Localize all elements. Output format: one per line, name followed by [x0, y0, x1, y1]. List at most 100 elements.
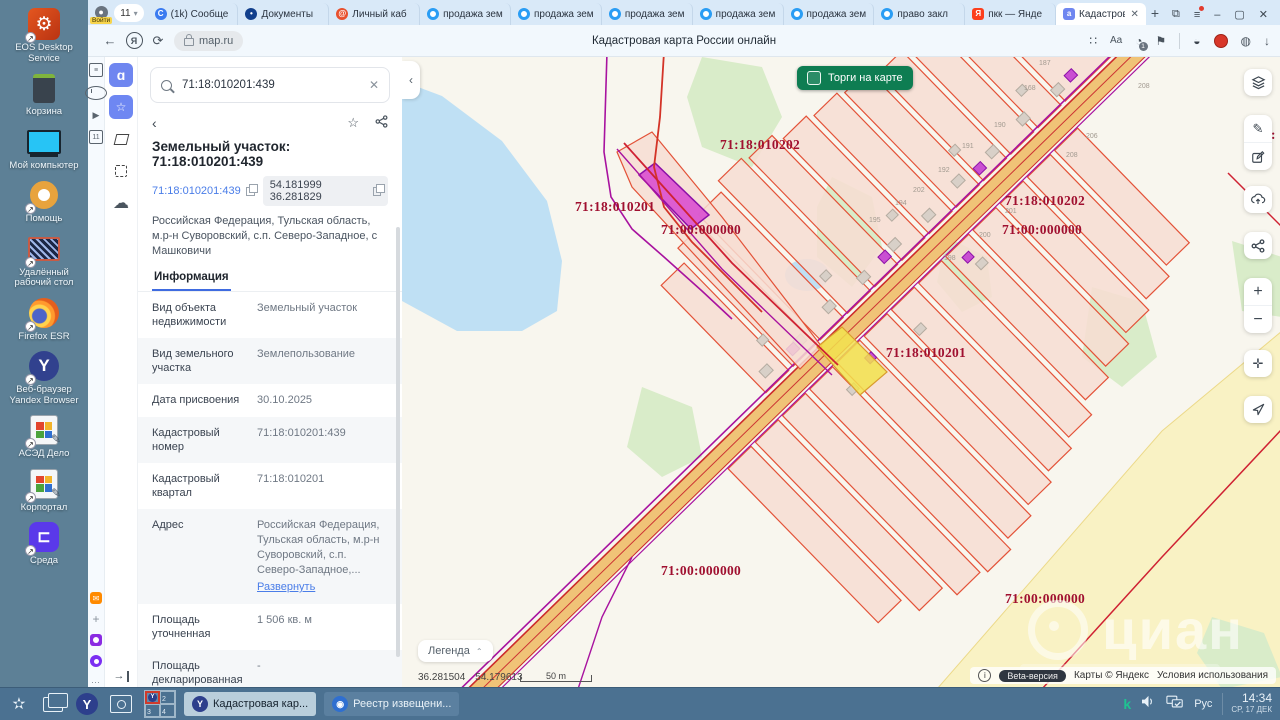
yandex-home-icon[interactable]: Я	[122, 29, 146, 53]
desktop-icon-ased-delo[interactable]: ✎ ↗ АСЭД Дело	[0, 413, 88, 460]
reload-button[interactable]: ⟳	[146, 29, 170, 53]
desktop-icon-help[interactable]: ↗ Помощь	[0, 178, 88, 225]
cloud-upload-icon[interactable]	[1244, 186, 1272, 213]
maximize-button[interactable]: ▢	[1234, 8, 1244, 21]
map-container[interactable]: 187 168 208 190 206 191 208 192 202 194 …	[402, 57, 1280, 688]
network-displays-icon[interactable]	[1166, 695, 1184, 714]
new-tab-button[interactable]: +	[1146, 3, 1164, 23]
close-button[interactable]: ✕	[1259, 8, 1268, 21]
desktop-icon-yandex-browser[interactable]: Y ↗ Веб-браузер Yandex Browser	[0, 349, 88, 406]
trades-on-map-button[interactable]: Торги на карте	[797, 66, 913, 90]
translate-icon[interactable]: Aa	[1110, 35, 1122, 46]
desktop-icon-eos[interactable]: ⚙ ↗ EOS Desktop Service	[0, 7, 88, 64]
notes-icon[interactable]: ≡	[89, 63, 103, 77]
workspace-3[interactable]: 3	[145, 704, 160, 717]
kaspersky-icon[interactable]: k	[1123, 696, 1131, 712]
play-icon[interactable]: ▶	[90, 109, 102, 121]
tab-prodazha-5[interactable]: продажа зем	[784, 3, 875, 25]
extensions-icon[interactable]: ∷	[1089, 34, 1097, 48]
favorites-tool-button[interactable]: ☆	[109, 95, 133, 119]
cadastral-map[interactable]: 187 168 208 190 206 191 208 192 202 194 …	[402, 57, 1280, 688]
desktop-icon-my-computer[interactable]: Мой компьютер	[0, 125, 88, 172]
expand-link[interactable]: Развернуть	[257, 580, 388, 595]
tab-prodazha-3[interactable]: продажа зем	[602, 3, 693, 25]
task-cadastral-map[interactable]: Y Кадастровая кар...	[184, 692, 317, 716]
notifications-icon[interactable]: ◔ 1	[1135, 34, 1148, 51]
share-icon[interactable]	[375, 115, 388, 131]
tab-close-icon[interactable]: ✕	[1129, 9, 1139, 20]
clock[interactable]: 14:34 СР, 17 ДЕК	[1222, 692, 1272, 715]
tab-prodazha-4[interactable]: продажа зем	[693, 3, 784, 25]
copy-icon[interactable]	[245, 183, 258, 196]
protect-icon[interactable]: ◍	[1241, 34, 1251, 48]
volume-icon[interactable]	[1141, 695, 1156, 713]
tab-prodazha-1[interactable]: продажа зем	[420, 3, 511, 25]
tab-cadastral-active[interactable]: a Кадастров ✕	[1056, 3, 1146, 25]
workspace-2[interactable]: 2	[160, 691, 175, 704]
site-logo[interactable]: ɑ	[109, 63, 133, 87]
back-button[interactable]: ←	[98, 29, 122, 53]
tab-messages[interactable]: C (1k) Сообще	[148, 3, 239, 25]
downloads-icon[interactable]: ↓	[1264, 34, 1270, 48]
polygon-select-tool[interactable]	[109, 127, 133, 151]
tab-prodazha-2[interactable]: продажа зем	[511, 3, 602, 25]
tab-documents[interactable]: • Документы	[238, 3, 330, 25]
taskbar-folder-icon[interactable]	[106, 691, 136, 717]
back-chevron[interactable]: ‹	[152, 115, 157, 131]
terms-link[interactable]: Условия использования	[1157, 670, 1268, 681]
camera-icon[interactable]	[90, 634, 102, 646]
cloud-tool[interactable]: ☁	[109, 191, 133, 215]
copy-icon[interactable]	[372, 183, 386, 196]
bookmark-icon[interactable]: ⚑	[1156, 34, 1167, 48]
favorite-star-icon[interactable]: ☆	[347, 115, 359, 131]
area-select-tool[interactable]	[109, 159, 133, 183]
more-icon[interactable]: ⋯	[90, 676, 102, 688]
zoom-in-button[interactable]: +	[1244, 278, 1272, 305]
window-switcher-icon[interactable]	[38, 691, 68, 717]
panels-icon[interactable]: ⧉	[1172, 8, 1180, 21]
tab-information[interactable]: Информация	[152, 267, 231, 291]
desktop-icon-trash[interactable]: Корзина	[0, 71, 88, 118]
extension-ball-icon[interactable]	[1213, 33, 1228, 48]
cadastral-search[interactable]: ✕	[150, 67, 390, 103]
history-icon[interactable]	[85, 86, 107, 100]
tab-counter[interactable]: 11 ▾	[114, 4, 144, 22]
map-share-icon[interactable]	[1244, 232, 1272, 259]
collapse-panel-icon[interactable]: →	[114, 671, 129, 682]
measure-icon[interactable]: ✎	[1244, 115, 1272, 142]
clear-search-icon[interactable]: ✕	[369, 78, 379, 92]
info-icon[interactable]: i	[978, 669, 992, 682]
tab-pkk-yandex[interactable]: Япкк — Янде	[965, 3, 1057, 25]
workspace-4[interactable]: 4	[160, 704, 175, 717]
layers-icon[interactable]	[1244, 69, 1272, 96]
workspace-switcher[interactable]: Y 2 3 4	[144, 690, 176, 718]
zoom-out-button[interactable]: −	[1244, 305, 1272, 333]
start-menu-icon[interactable]: ✫	[4, 691, 34, 717]
desktop-icon-korportal[interactable]: ✎ ↗ Корпортал	[0, 467, 88, 514]
address-bar[interactable]: map.ru	[174, 30, 244, 51]
coordinates-chip[interactable]: 54.181999 36.281829	[262, 176, 388, 206]
desktop-icon-firefox[interactable]: ↗ Firefox ESR	[0, 296, 88, 343]
browser-profile-button[interactable]: ● Войти	[90, 6, 113, 24]
search-input[interactable]	[180, 78, 361, 92]
incognito-icon[interactable]: ◒	[1193, 34, 1200, 48]
my-location-icon[interactable]	[1244, 396, 1272, 423]
collapse-sidebar-button[interactable]: ‹	[402, 61, 420, 99]
alice-icon[interactable]	[90, 655, 102, 667]
pan-icon[interactable]: ✛	[1244, 350, 1272, 377]
tab-pravo[interactable]: право закл	[874, 3, 966, 25]
mail-icon[interactable]: ✉	[90, 592, 102, 604]
tabs-count-icon[interactable]: 11	[89, 130, 103, 144]
legend-button[interactable]: Легенда ⌃	[418, 640, 493, 662]
cadastral-number-chip[interactable]: 71:18:010201:439	[152, 183, 258, 197]
browser-menu-icon[interactable]: ≡	[1194, 5, 1205, 21]
task-registry[interactable]: ◉ Реестр извещени...	[324, 692, 460, 716]
desktop-icon-sreda[interactable]: ⊏ ↗ Среда	[0, 520, 88, 567]
minimize-button[interactable]: –	[1214, 9, 1220, 21]
checkbox-icon[interactable]	[807, 71, 821, 85]
add-icon[interactable]: +	[90, 612, 102, 626]
panel-scrollbar[interactable]	[396, 227, 400, 657]
desktop-icon-remote-desktop[interactable]: ↗ Удалённый рабочий стол	[0, 232, 88, 289]
draw-icon[interactable]	[1244, 142, 1272, 170]
tab-personal-cabinet[interactable]: @ Личный каб	[329, 3, 421, 25]
